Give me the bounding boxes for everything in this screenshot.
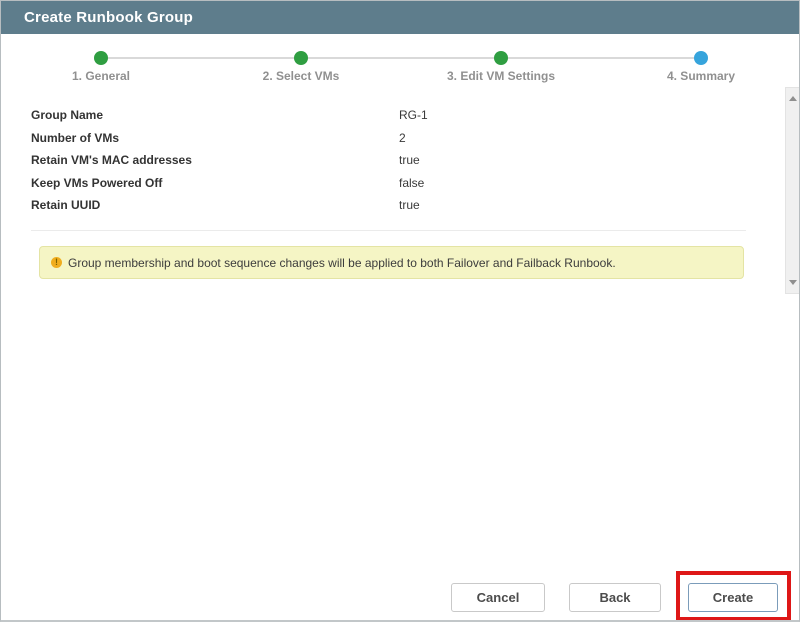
dialog-titlebar: Create Runbook Group [1,1,799,34]
step-complete-dot-icon [94,51,108,65]
step-complete-dot-icon [494,51,508,65]
vertical-scrollbar[interactable] [785,87,800,294]
row-value: true [399,153,420,167]
table-row: Retain VM's MAC addresses true [31,149,746,172]
step-edit-vm-settings: 3. Edit VM Settings [401,34,601,83]
wizard-stepper: 1. General 2. Select VMs 3. Edit VM Sett… [1,34,800,86]
cancel-button[interactable]: Cancel [451,583,545,612]
row-label: Number of VMs [31,131,399,145]
row-value: true [399,198,420,212]
step-label: 4. Summary [667,69,735,83]
row-value: false [399,176,424,190]
summary-table: Group Name RG-1 Number of VMs 2 Retain V… [31,104,746,231]
scroll-up-arrow-icon[interactable] [789,96,797,101]
step-summary: 4. Summary [601,34,800,83]
step-label: 3. Edit VM Settings [447,69,555,83]
row-label: Group Name [31,108,399,122]
row-label: Retain VM's MAC addresses [31,153,399,167]
step-label: 2. Select VMs [263,69,340,83]
step-select-vms: 2. Select VMs [201,34,401,83]
row-label: Keep VMs Powered Off [31,176,399,190]
dialog-title: Create Runbook Group [24,9,193,26]
table-row: Group Name RG-1 [31,104,746,127]
row-value: RG-1 [399,108,428,122]
table-row: Keep VMs Powered Off false [31,172,746,195]
step-current-dot-icon [694,51,708,65]
back-button[interactable]: Back [569,583,661,612]
scroll-down-arrow-icon[interactable] [789,280,797,285]
table-row: Retain UUID true [31,194,746,217]
step-general: 1. General [1,34,201,83]
step-label: 1. General [72,69,130,83]
step-complete-dot-icon [294,51,308,65]
row-label: Retain UUID [31,198,399,212]
table-row: Number of VMs 2 [31,127,746,150]
warning-banner: ! Group membership and boot sequence cha… [39,246,744,279]
warning-banner-text: Group membership and boot sequence chang… [68,256,616,270]
create-button[interactable]: Create [688,583,778,612]
create-runbook-group-dialog: Create Runbook Group 1. General 2. Selec… [0,0,800,622]
warning-icon: ! [51,257,62,268]
row-value: 2 [399,131,406,145]
